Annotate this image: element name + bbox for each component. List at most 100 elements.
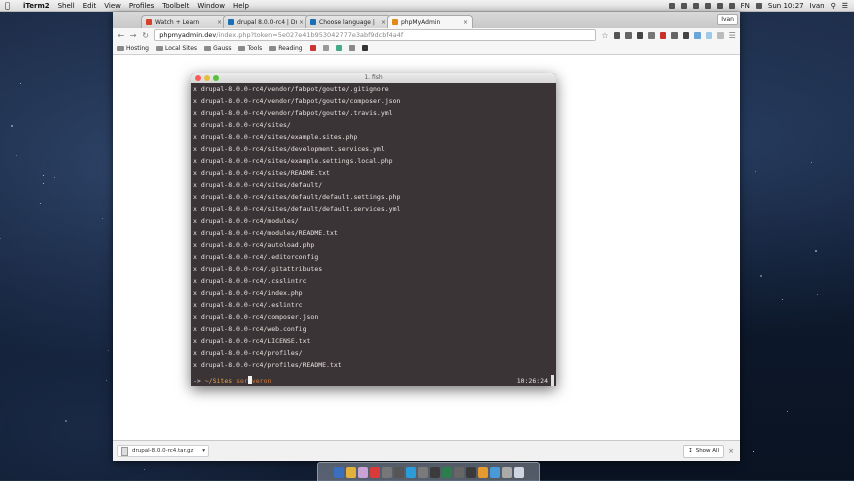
menu-help[interactable]: Help: [233, 2, 249, 10]
tab-drupal[interactable]: drupal 8.0.0-rc4 | Drupal ×: [223, 15, 309, 28]
extension-icon[interactable]: [694, 31, 701, 39]
app-icon[interactable]: [453, 466, 464, 478]
tab-title: drupal 8.0.0-rc4 | Drupal: [237, 18, 297, 26]
zoom-window-button[interactable]: [213, 75, 219, 81]
status-icon[interactable]: [692, 2, 699, 9]
app-icon[interactable]: [429, 466, 440, 478]
tab-choose-language[interactable]: Choose language | ×: [305, 15, 391, 28]
close-icon[interactable]: ×: [463, 19, 468, 26]
bookmark-icon[interactable]: [322, 45, 329, 51]
star: [753, 451, 754, 452]
download-item[interactable]: drupal-8.0.0-rc4.tar.gz ▾: [117, 445, 209, 457]
bookmark-folder-gauss[interactable]: Gauss: [204, 45, 231, 52]
dock: [317, 462, 540, 481]
close-icon[interactable]: ×: [299, 19, 304, 26]
list-icon[interactable]: ☰: [842, 2, 848, 10]
bookmark-folder-hosting[interactable]: Hosting: [117, 45, 149, 52]
chevron-down-icon[interactable]: ▾: [202, 448, 205, 454]
app-icon[interactable]: [501, 466, 512, 478]
minimize-window-button[interactable]: [204, 75, 210, 81]
reload-icon[interactable]: ↻: [142, 31, 149, 40]
prompt-arrow: ->: [193, 377, 201, 385]
status-icon[interactable]: [680, 2, 687, 9]
bookmark-folder-reading[interactable]: Reading: [269, 45, 303, 52]
extension-icon[interactable]: [625, 31, 632, 39]
terminal-window[interactable]: 1. fish x drupal-8.0.0-rc4/vendor/fabpot…: [191, 73, 556, 386]
terminal-line: x drupal-8.0.0-rc4/sites/default/: [193, 181, 323, 189]
extension-icon[interactable]: [671, 31, 678, 39]
bookmark-folder-local-sites[interactable]: Local Sites: [155, 45, 197, 52]
close-icon[interactable]: ×: [381, 19, 386, 26]
bookmark-icon[interactable]: [309, 45, 316, 51]
download-icon: ↧: [688, 447, 693, 454]
skype-icon[interactable]: [405, 466, 416, 478]
extension-icon[interactable]: [636, 31, 644, 39]
menu-clock[interactable]: Sun 10:27: [768, 2, 804, 10]
extension-icon[interactable]: [717, 31, 724, 39]
apple-icon[interactable]: : [5, 1, 15, 10]
input-source-indicator[interactable]: FN: [741, 2, 750, 10]
app-icon[interactable]: [369, 466, 380, 478]
back-icon[interactable]: ←: [117, 31, 124, 40]
dropbox-icon[interactable]: [704, 2, 711, 9]
battery-icon[interactable]: [755, 2, 762, 9]
terminal-output[interactable]: x drupal-8.0.0-rc4/vendor/fabpot/goutte/…: [191, 83, 556, 386]
menu-toolbelt[interactable]: Toolbelt: [162, 2, 189, 10]
menu-view[interactable]: View: [104, 2, 121, 10]
extension-icon[interactable]: [648, 31, 655, 39]
menu-window[interactable]: Window: [197, 2, 225, 10]
bookmark-icon[interactable]: [348, 45, 355, 51]
extension-icon[interactable]: [682, 31, 690, 39]
tab-watch-learn[interactable]: Watch + Learn ×: [141, 15, 227, 28]
close-icon[interactable]: ×: [217, 19, 222, 26]
terminal-line: x drupal-8.0.0-rc4/web.config: [193, 325, 307, 333]
extension-icon[interactable]: [705, 31, 713, 39]
scrollbar[interactable]: [551, 375, 554, 386]
terminal-line: x drupal-8.0.0-rc4/LICENSE.txt: [193, 337, 311, 345]
terminal-app-icon[interactable]: [441, 466, 452, 478]
chrome-icon[interactable]: [345, 466, 356, 478]
app-icon[interactable]: [477, 466, 488, 478]
terminal-titlebar[interactable]: 1. fish: [191, 73, 556, 83]
terminal-line: x drupal-8.0.0-rc4/profiles/: [193, 349, 303, 357]
menu-profiles[interactable]: Profiles: [129, 2, 154, 10]
itunes-icon[interactable]: [357, 466, 368, 478]
address-bar[interactable]: phpmyadmin.dev/index.php?token=5e027e41b…: [154, 29, 597, 41]
bookmark-icon[interactable]: [335, 45, 342, 51]
close-icon[interactable]: ×: [728, 447, 734, 455]
tab-phpmyadmin[interactable]: phpMyAdmin ×: [387, 15, 473, 28]
shell-prompt[interactable]: -> ~/Sites ser veron: [193, 375, 271, 386]
close-window-button[interactable]: [195, 75, 201, 81]
menu-bar:  iTerm2 Shell Edit View Profiles Toolbe…: [0, 0, 854, 12]
wifi-icon[interactable]: [716, 2, 723, 9]
extension-icon[interactable]: [659, 31, 667, 39]
trash-icon[interactable]: [513, 466, 524, 478]
search-icon[interactable]: ⚲: [831, 2, 836, 10]
status-icon[interactable]: [668, 2, 675, 9]
star-icon[interactable]: ☆: [601, 31, 608, 40]
bookmark-icon[interactable]: [361, 45, 368, 51]
tab-title: phpMyAdmin: [401, 18, 441, 26]
star: [43, 183, 44, 184]
menu-icon[interactable]: ☰: [729, 31, 736, 40]
url-path: /index.php?token=5e027e41b953042777e3abf…: [216, 31, 404, 39]
extension-icon[interactable]: [613, 31, 621, 39]
right-prompt-time: 10:26:24: [516, 377, 548, 385]
command-input-after-cursor: veron: [251, 377, 272, 385]
app-icon[interactable]: [489, 466, 500, 478]
app-icon[interactable]: [393, 466, 404, 478]
app-icon[interactable]: [381, 466, 392, 478]
app-icon[interactable]: [417, 466, 428, 478]
profile-button[interactable]: Ivan: [717, 14, 738, 25]
menu-edit[interactable]: Edit: [83, 2, 97, 10]
finder-icon[interactable]: [333, 466, 344, 478]
volume-icon[interactable]: [728, 2, 735, 9]
menu-user[interactable]: Ivan: [810, 2, 825, 10]
show-all-button[interactable]: ↧ Show All: [683, 444, 725, 458]
menu-app-name[interactable]: iTerm2: [23, 2, 50, 10]
star: [11, 125, 13, 127]
bookmark-folder-tools[interactable]: Tools: [238, 45, 262, 52]
forward-icon[interactable]: →: [129, 31, 137, 40]
app-icon[interactable]: [465, 466, 476, 478]
menu-shell[interactable]: Shell: [58, 2, 75, 10]
